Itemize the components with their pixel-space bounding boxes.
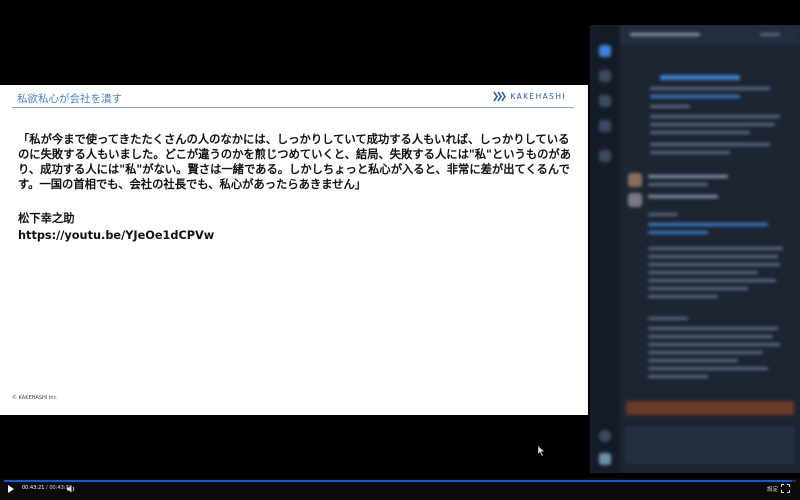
- blurred-chat-panel: [590, 25, 800, 473]
- chat-header: [620, 25, 800, 45]
- progress-fill: [4, 480, 793, 482]
- activity-icon: [599, 120, 611, 132]
- chat-panel-content: [590, 25, 800, 473]
- chat-sidebar-rail: [590, 25, 620, 473]
- home-icon: [599, 70, 611, 82]
- settings-button[interactable]: 設定: [767, 485, 778, 493]
- play-icon[interactable]: [8, 485, 14, 493]
- progress-bar[interactable]: [4, 480, 796, 482]
- quote-author: 松下幸之助: [18, 212, 75, 225]
- video-stage: 私欲私心が会社を潰す KAKEHASHI 「私が今まで使ってきたたくさんの人のな…: [0, 0, 800, 478]
- source-url: https://youtu.be/YJeOe1dCPVw: [18, 229, 215, 242]
- dm-icon: [599, 95, 611, 107]
- presentation-slide: 私欲私心が会社を潰す KAKEHASHI 「私が今まで使ってきたたくさんの人のな…: [0, 85, 588, 415]
- player-controls: 00:43:21 / 00:43:33 設定: [0, 478, 800, 500]
- fullscreen-icon[interactable]: [781, 484, 790, 493]
- workspace-icon: [599, 45, 611, 57]
- title-divider: [12, 107, 574, 108]
- time-display: 00:43:21 / 00:43:33: [22, 485, 72, 491]
- add-icon: [599, 430, 611, 442]
- current-time: 00:43:21: [22, 485, 45, 491]
- chat-alert-banner: [626, 401, 794, 415]
- copyright-text: © KAKEHASHI Inc.: [12, 395, 58, 401]
- mouse-cursor-icon: [538, 446, 545, 456]
- kakehashi-logo-icon: [493, 91, 507, 102]
- more-icon: [599, 150, 611, 162]
- logo-text: KAKEHASHI: [510, 92, 566, 101]
- chat-message-input: [626, 427, 794, 463]
- slide-title: 私欲私心が会社を潰す: [17, 93, 122, 105]
- avatar: [599, 453, 611, 465]
- quote-text: 「私が今まで使ってきたたくさんの人のなかには、しっかりしていて成功する人もいれば…: [18, 133, 572, 191]
- company-logo: KAKEHASHI: [493, 91, 566, 102]
- volume-icon[interactable]: [66, 484, 76, 494]
